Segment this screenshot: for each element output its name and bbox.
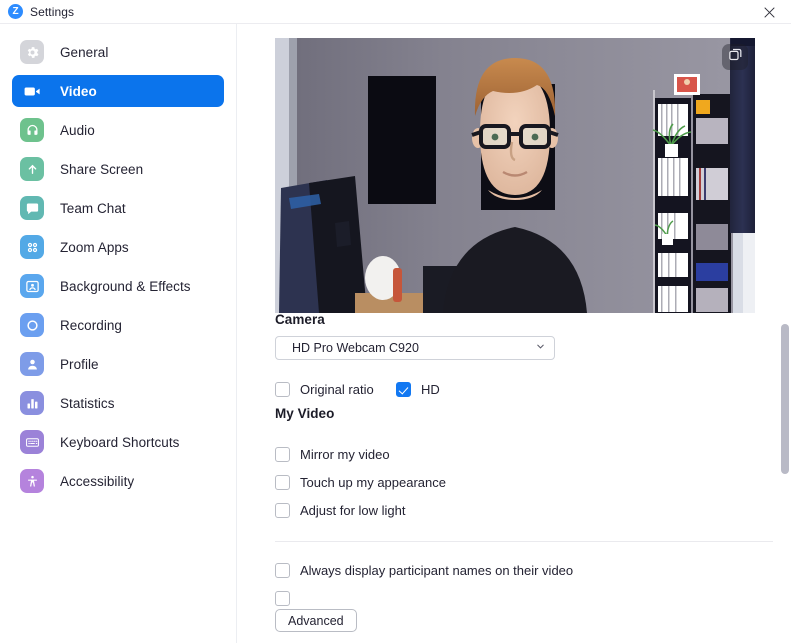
settings-window: Z Settings General Video Audio Share Scr… — [0, 0, 791, 643]
sidebar-item-keyboard-shortcuts[interactable]: Keyboard Shortcuts — [12, 426, 224, 458]
checkbox-box — [275, 591, 290, 606]
checkbox-hd[interactable]: HD — [396, 382, 440, 397]
content-scrollbar-thumb[interactable] — [781, 324, 789, 474]
zoom-logo-glyph: Z — [12, 6, 19, 17]
sidebar-item-video[interactable]: Video — [12, 75, 224, 107]
accessibility-icon — [20, 469, 44, 493]
checkbox-box — [275, 475, 290, 490]
window-title: Settings — [30, 4, 75, 19]
sidebar-item-label: Share Screen — [60, 161, 144, 177]
sidebar-item-label: Recording — [60, 317, 122, 333]
sidebar-item-general[interactable]: General — [12, 36, 224, 68]
checkbox-label: Touch up my appearance — [300, 475, 446, 490]
camera-select[interactable]: HD Pro Webcam C920 — [275, 336, 555, 360]
section-divider — [275, 541, 773, 542]
checkbox-always-display-participant-names[interactable]: Always display participant names on thei… — [275, 563, 573, 578]
sidebar-item-label: Profile — [60, 356, 99, 372]
checkbox-adjust-for-low-light[interactable]: Adjust for low light — [275, 503, 406, 518]
close-icon — [763, 6, 775, 18]
sidebar-item-label: Team Chat — [60, 200, 126, 216]
sidebar-item-share-screen[interactable]: Share Screen — [12, 153, 224, 185]
sidebar-item-label: Audio — [60, 122, 95, 138]
sidebar-item-label: Video — [60, 83, 97, 99]
pop-out-video-button[interactable] — [722, 44, 748, 70]
sidebar-item-accessibility[interactable]: Accessibility — [12, 465, 224, 497]
checkbox-touch-up-my-appearance[interactable]: Touch up my appearance — [275, 475, 446, 490]
sidebar-item-recording[interactable]: Recording — [12, 309, 224, 341]
my-video-section-heading: My Video — [275, 406, 335, 421]
checkbox-label: Always display participant names on thei… — [300, 563, 574, 578]
checkbox-label: Original ratio — [300, 382, 374, 397]
sidebar-item-label: Accessibility — [60, 473, 135, 489]
camera-preview — [275, 38, 755, 313]
sidebar-item-statistics[interactable]: Statistics — [12, 387, 224, 419]
apps-grid-icon — [20, 235, 44, 259]
sidebar-item-background-effects[interactable]: Background & Effects — [12, 270, 224, 302]
sidebar-item-audio[interactable]: Audio — [12, 114, 224, 146]
checkbox-box — [275, 503, 290, 518]
content-scrollbar-track[interactable] — [778, 24, 791, 643]
settings-content-panel: Camera HD Pro Webcam C920 Original ratio… — [238, 24, 791, 643]
pop-out-window-icon — [728, 47, 743, 67]
person-icon — [20, 352, 44, 376]
sidebar-item-profile[interactable]: Profile — [12, 348, 224, 380]
sidebar-item-zoom-apps[interactable]: Zoom Apps — [12, 231, 224, 263]
zoom-logo-icon: Z — [8, 4, 23, 19]
checkbox-partially-visible[interactable] — [275, 591, 290, 606]
title-bar: Z Settings — [0, 0, 791, 24]
checkbox-box — [275, 563, 290, 578]
checkbox-label: Mirror my video — [300, 447, 390, 462]
keyboard-icon — [20, 430, 44, 454]
record-circle-icon — [20, 313, 44, 337]
sidebar-item-label: General — [60, 44, 109, 60]
checkbox-box — [275, 447, 290, 462]
person-frame-icon — [20, 274, 44, 298]
chevron-down-icon — [535, 339, 546, 357]
camera-selected-device: HD Pro Webcam C920 — [292, 341, 419, 355]
sidebar-item-label: Background & Effects — [60, 278, 191, 294]
close-button[interactable] — [747, 0, 791, 24]
sidebar-item-label: Keyboard Shortcuts — [60, 434, 180, 450]
chat-bubble-icon — [20, 196, 44, 220]
sidebar-item-team-chat[interactable]: Team Chat — [12, 192, 224, 224]
checkbox-label: Adjust for low light — [300, 503, 406, 518]
sidebar-item-label: Zoom Apps — [60, 239, 129, 255]
sidebar: General Video Audio Share Screen Team Ch… — [0, 24, 237, 643]
sidebar-item-label: Statistics — [60, 395, 115, 411]
upload-arrow-icon — [20, 157, 44, 181]
checkbox-box — [275, 382, 290, 397]
camera-section-heading: Camera — [275, 312, 325, 327]
checkbox-box — [396, 382, 411, 397]
checkbox-original-ratio[interactable]: Original ratio — [275, 382, 374, 397]
checkbox-mirror-my-video[interactable]: Mirror my video — [275, 447, 390, 462]
headphones-icon — [20, 118, 44, 142]
gear-icon — [20, 40, 44, 64]
advanced-button[interactable]: Advanced — [275, 609, 357, 632]
checkbox-label: HD — [421, 382, 440, 397]
video-camera-icon — [20, 79, 44, 103]
bar-chart-icon — [20, 391, 44, 415]
